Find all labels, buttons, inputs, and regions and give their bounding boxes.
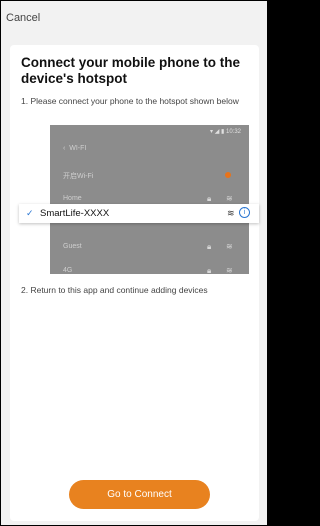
network-label: 4G	[63, 267, 73, 274]
wifi-toggle-label: 开启Wi-Fi	[63, 173, 94, 180]
step-two-text: 2. Return to this app and continue addin…	[21, 285, 208, 295]
wifi-header-row: ‹ WI-FI	[50, 137, 249, 161]
cancel-button[interactable]: Cancel	[6, 12, 40, 24]
wifi-icon: ≋	[226, 194, 233, 203]
go-to-connect-button[interactable]: Go to Connect	[69, 480, 210, 509]
check-icon: ✓	[26, 208, 34, 218]
wifi-toggle-row: 开启Wi-Fi	[50, 163, 249, 187]
wifi-icon: ≋	[227, 208, 235, 218]
wifi-icon: ≋	[226, 242, 233, 251]
network-label: Guest	[63, 243, 82, 250]
info-icon: i	[239, 207, 250, 218]
toggle-on-indicator	[225, 172, 231, 178]
wifi-header-label: ‹ WI-FI	[63, 145, 87, 152]
highlighted-hotspot-row: ✓ SmartLife-XXXX ≋ i	[19, 204, 259, 223]
lock-icon: 🔒︎	[207, 242, 212, 251]
step-one-text: 1. Please connect your phone to the hots…	[21, 96, 239, 106]
wifi-network-row: 4G 🔒︎ ≋	[50, 259, 249, 283]
wifi-network-row: Guest 🔒︎ ≋	[50, 235, 249, 259]
phone-screen: Cancel Connect your mobile phone to the …	[1, 1, 267, 525]
page-title: Connect your mobile phone to the device'…	[21, 55, 240, 86]
network-label: Home	[63, 195, 82, 202]
lock-icon: 🔒︎	[207, 194, 212, 203]
status-bar: ▾ ◢ ▮ 10:32	[210, 129, 241, 135]
top-bar: Cancel	[1, 1, 267, 35]
wifi-icon: ≋	[226, 266, 233, 275]
lock-icon: 🔒︎	[207, 266, 212, 275]
instruction-card: Connect your mobile phone to the device'…	[10, 45, 259, 521]
status-time: 10:32	[225, 129, 241, 135]
hotspot-ssid: SmartLife-XXXX	[40, 208, 110, 219]
wifi-settings-illustration: ▾ ◢ ▮ 10:32 ‹ WI-FI 开启Wi-Fi Home 🔒︎ ≋ Gu…	[50, 125, 249, 275]
